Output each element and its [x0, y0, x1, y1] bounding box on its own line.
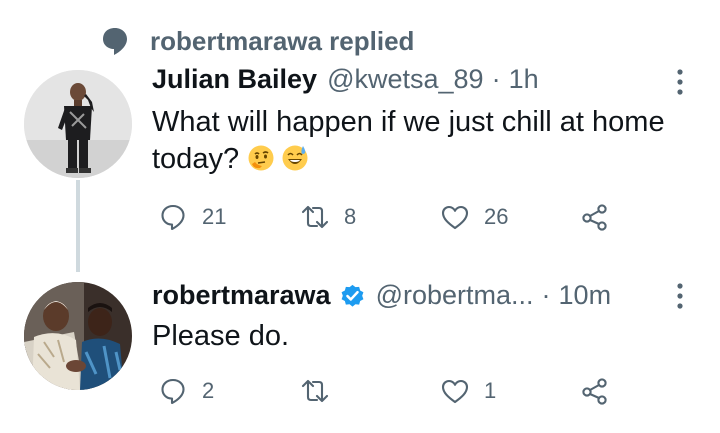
- grinning-sweat-emoji: [282, 145, 308, 171]
- separator-dot: ·: [541, 280, 551, 310]
- verified-badge-icon: [341, 284, 363, 307]
- retweet-count: 8: [344, 204, 357, 229]
- user-handle[interactable]: @robertma...: [376, 280, 534, 311]
- display-name[interactable]: Julian Bailey: [152, 64, 317, 95]
- retweet-button[interactable]: 8: [300, 202, 356, 232]
- retweet-icon: [301, 205, 329, 229]
- tweet-header: robertmarawa @robertma... · 10m: [152, 280, 611, 311]
- user-handle[interactable]: @kwetsa_89: [327, 64, 484, 95]
- more-options-icon[interactable]: [675, 68, 685, 98]
- like-count: 26: [484, 204, 509, 229]
- like-button[interactable]: 1: [440, 376, 496, 406]
- avatar-image: [24, 70, 132, 178]
- like-button[interactable]: 26: [440, 202, 508, 232]
- tweet-text: Please do.: [152, 320, 290, 352]
- retweet-icon: [301, 379, 329, 403]
- thread-connector-line: [76, 180, 80, 272]
- timestamp[interactable]: 10m: [559, 280, 612, 311]
- tweet-text: What will happen if we just chill at hom…: [152, 104, 692, 178]
- avatar-image: [24, 282, 132, 390]
- heart-icon: [441, 205, 469, 230]
- reply-icon: [161, 378, 185, 405]
- share-button[interactable]: [580, 376, 624, 406]
- share-icon: [582, 204, 607, 231]
- tweet-body-text: What will happen if we just chill at hom…: [152, 106, 665, 175]
- timestamp[interactable]: 1h: [509, 64, 539, 95]
- reply-count: 2: [202, 378, 215, 403]
- avatar-julian-bailey[interactable]: [24, 70, 132, 178]
- share-icon: [582, 378, 607, 405]
- separator-dot: ·: [491, 64, 501, 94]
- thinking-face-emoji: [248, 145, 274, 171]
- avatar-robertmarawa[interactable]: [24, 282, 132, 390]
- reply-button[interactable]: 2: [158, 376, 214, 406]
- heart-icon: [441, 379, 469, 404]
- reply-count: 21: [202, 204, 227, 229]
- share-button[interactable]: [580, 202, 624, 232]
- speech-bubble-icon: [103, 28, 127, 55]
- tweet-header: Julian Bailey @kwetsa_89 · 1h: [152, 64, 539, 95]
- retweet-button[interactable]: [300, 376, 344, 406]
- reply-button[interactable]: 21: [158, 202, 226, 232]
- like-count: 1: [484, 378, 497, 403]
- reply-icon: [161, 204, 185, 231]
- context-text: robertmarawa replied: [150, 25, 415, 56]
- more-options-icon[interactable]: [675, 282, 685, 312]
- social-context: robertmarawa replied: [100, 24, 414, 58]
- display-name[interactable]: robertmarawa: [152, 280, 331, 311]
